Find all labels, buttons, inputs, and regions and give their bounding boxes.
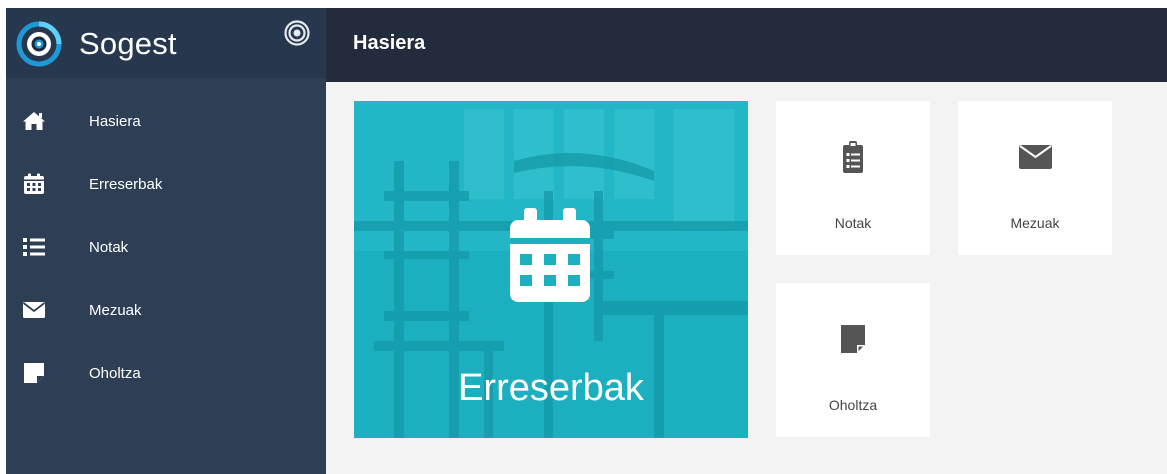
sidebar-item-notak[interactable]: Notak <box>6 226 326 286</box>
top-bar: Hasiera <box>326 8 1167 82</box>
brand-name: Sogest <box>79 26 177 61</box>
calendar-icon <box>24 173 44 194</box>
main-content: Erreserbak Notak Mezuak Oholtza <box>326 82 1167 474</box>
sidebar-item-label: Hasiera <box>89 113 141 130</box>
tile-label: Notak <box>834 215 872 231</box>
sidebar-item-erreserbak[interactable]: Erreserbak <box>6 163 326 223</box>
sidebar-item-label: Oholtza <box>89 365 141 382</box>
sidebar-item-mezuak[interactable]: Mezuak <box>6 289 326 349</box>
sidebar-item-label: Notak <box>89 239 129 256</box>
envelope-icon <box>1018 145 1052 169</box>
sidebar-item-label: Erreserbak <box>89 176 163 193</box>
tile-label: Mezuak <box>1010 215 1060 231</box>
page-title: Hasiera <box>353 32 426 54</box>
sidebar-item-oholtza[interactable]: Oholtza <box>6 352 326 412</box>
calendar-icon <box>510 208 590 302</box>
tile-label: Oholtza <box>828 397 878 413</box>
sticky-note-icon <box>841 325 865 353</box>
sidebar: Sogest Hasiera Erreserbak Notak Mezuak O… <box>6 8 326 474</box>
envelope-icon <box>22 302 46 318</box>
list-icon <box>23 238 45 256</box>
erreserbak-hero-tile[interactable]: Erreserbak <box>354 101 748 438</box>
clipboard-icon <box>843 141 863 173</box>
home-icon <box>23 112 45 130</box>
tile-mezuak[interactable]: Mezuak <box>958 101 1112 255</box>
sogest-logo-icon <box>16 21 62 67</box>
sidebar-item-label: Mezuak <box>89 302 142 319</box>
tile-oholtza[interactable]: Oholtza <box>776 283 930 437</box>
sticky-note-icon <box>24 363 44 383</box>
sidebar-header: Sogest <box>6 8 326 78</box>
sidebar-item-hasiera[interactable]: Hasiera <box>6 100 326 160</box>
hero-label: Erreserbak <box>458 367 644 409</box>
tile-notak[interactable]: Notak <box>776 101 930 255</box>
target-icon[interactable] <box>284 20 310 46</box>
app-shell: Sogest Hasiera Erreserbak Notak Mezuak O… <box>6 8 1167 474</box>
